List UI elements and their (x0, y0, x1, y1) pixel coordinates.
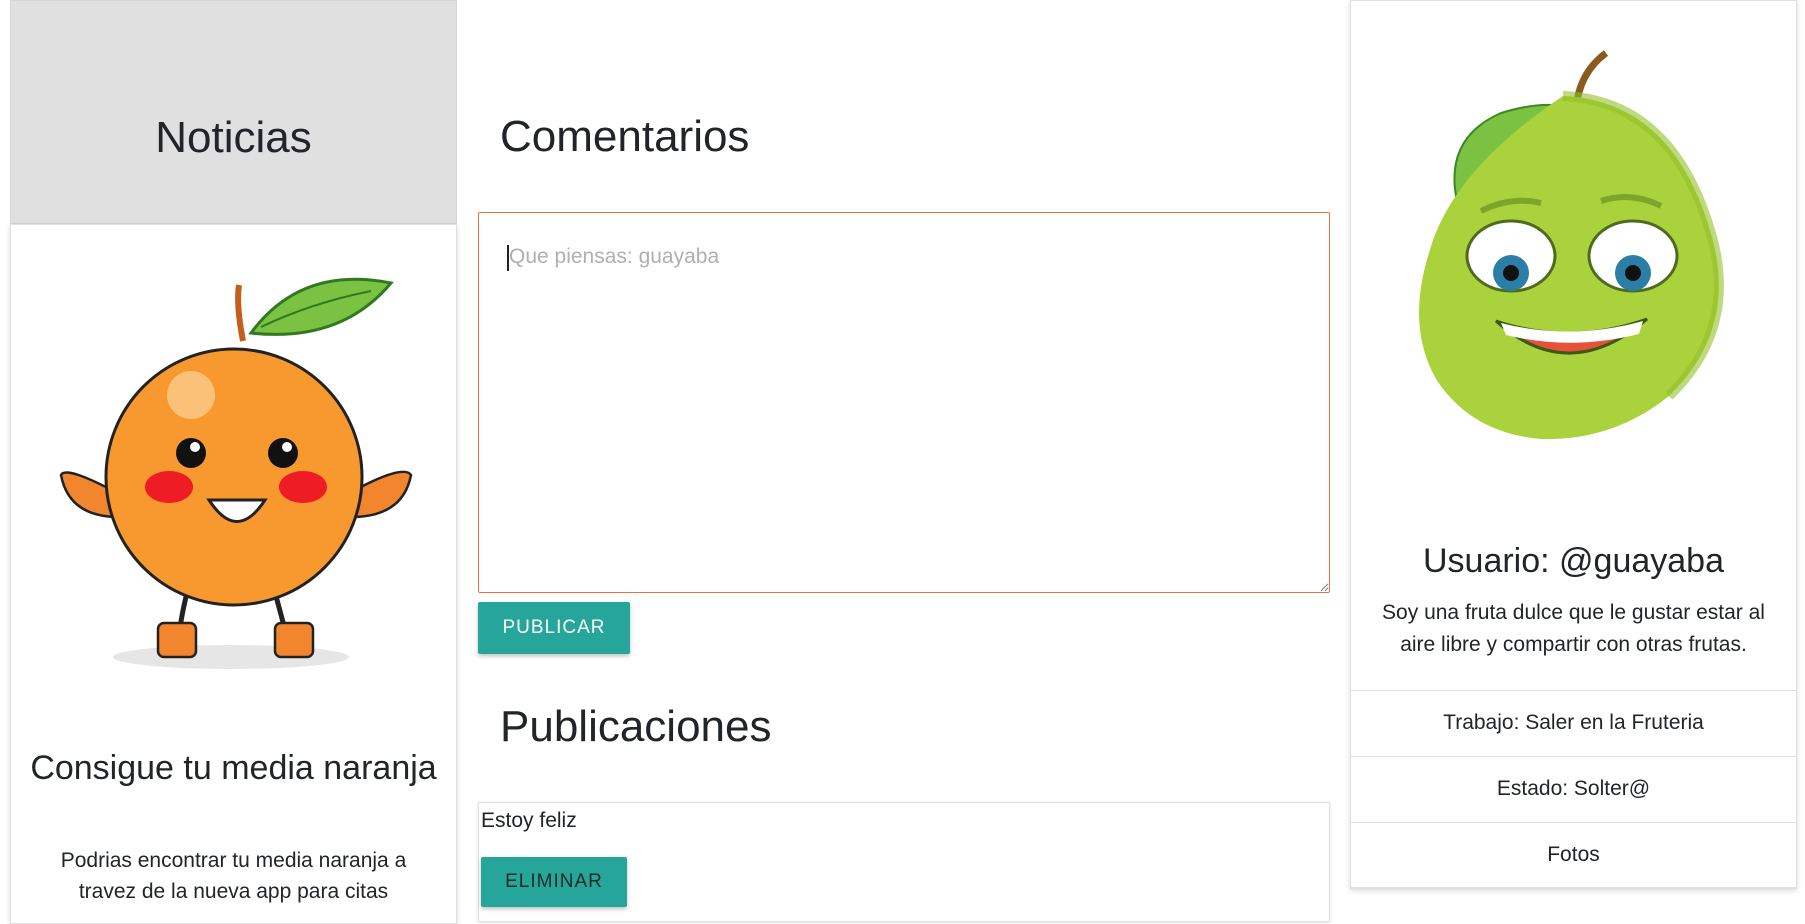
profile-photos-item[interactable]: Fotos (1351, 822, 1796, 888)
profile-bio: Soy una fruta dulce que le gustar estar … (1382, 601, 1765, 656)
post-text: Estoy feliz (481, 809, 577, 832)
text-caret (507, 245, 509, 271)
profile-card: Usuario: @guayaba Soy una fruta dulce qu… (1350, 0, 1797, 889)
posts-title: Publicaciones (500, 702, 772, 751)
guava-avatar-image (1419, 50, 1724, 440)
profile-work-item: Trabajo: Saler en la Fruteria (1351, 690, 1796, 756)
comments-title: Comentarios (500, 112, 750, 161)
news-card: Consigue tu media naranja Podrias encont… (10, 224, 457, 924)
profile-state-item: Estado: Solter@ (1351, 756, 1796, 822)
news-card-title: Consigue tu media naranja (30, 749, 437, 787)
publish-button[interactable]: PUBLICAR (478, 602, 630, 654)
orange-mascot-image (59, 277, 413, 669)
news-column: Noticias Consigue tu media naranja Podri… (10, 0, 457, 924)
news-header: Noticias (10, 0, 457, 224)
main-column: Comentarios PUBLICAR Publicaciones Estoy… (478, 0, 1330, 922)
comment-input[interactable] (478, 212, 1330, 593)
profile-username: Usuario: @guayaba (1422, 542, 1725, 580)
news-card-text: Podrias encontrar tu media naranja a tra… (60, 849, 407, 903)
delete-button[interactable]: ELIMINAR (481, 857, 627, 907)
post-card: Estoy feliz ELIMINAR (478, 802, 1330, 922)
news-title: Noticias (155, 113, 312, 162)
